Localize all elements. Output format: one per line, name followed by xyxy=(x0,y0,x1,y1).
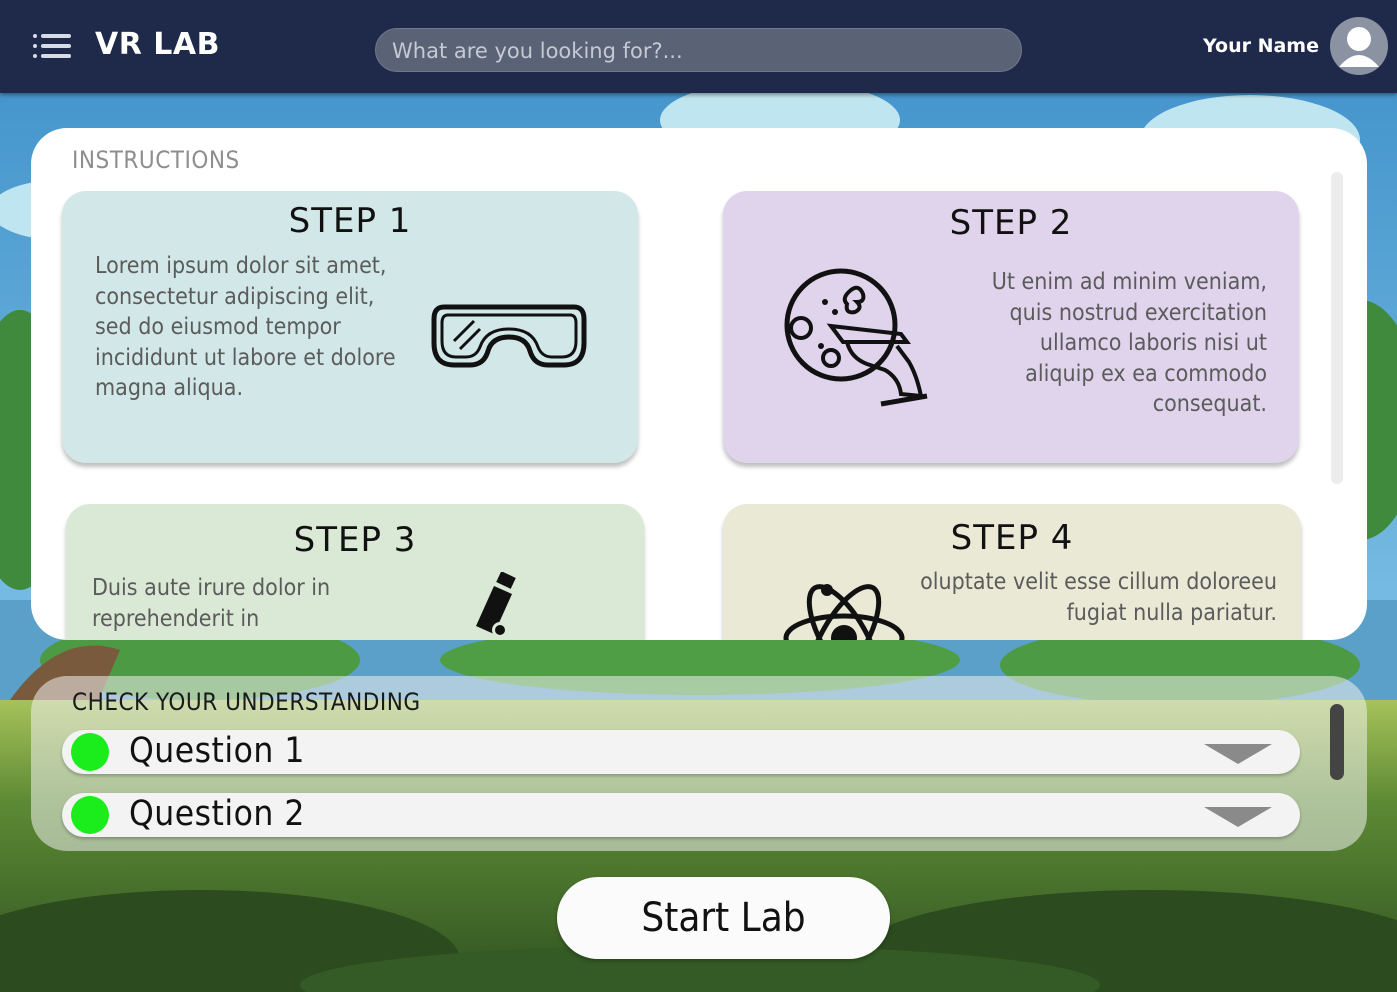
start-lab-button[interactable]: Start Lab xyxy=(557,877,890,959)
status-indicator-icon xyxy=(71,796,109,834)
status-indicator-icon xyxy=(71,733,109,771)
step-title: STEP 3 xyxy=(293,520,417,560)
step-description: Lorem ipsum dolor sit amet, consectetur … xyxy=(95,253,396,401)
safety-goggles-icon xyxy=(431,304,587,368)
step-title: STEP 2 xyxy=(949,203,1073,243)
question-dropdown-2[interactable]: Question 2 xyxy=(62,793,1300,837)
instructions-panel: INSTRUCTIONS STEP 1 Lorem ipsum dolor si… xyxy=(31,128,1367,640)
step-card-2: STEP 2 Ut enim ad minim veniam, quis nos… xyxy=(723,191,1299,463)
instructions-heading: INSTRUCTIONS xyxy=(72,146,240,174)
step-description: Duis aute irure dolor in reprehenderit i… xyxy=(92,575,331,632)
questions-scrollbar[interactable] xyxy=(1330,704,1344,780)
question-dropdown-1[interactable]: Question 1 xyxy=(62,730,1300,774)
hamburger-menu-icon[interactable] xyxy=(33,32,71,60)
microscope-icon xyxy=(476,572,516,638)
check-understanding-heading: CHECK YOUR UNDERSTANDING xyxy=(72,688,421,716)
question-label: Question 1 xyxy=(129,731,305,771)
step-card-1: STEP 1 Lorem ipsum dolor sit amet, conse… xyxy=(62,191,638,463)
step-description: Ut enim ad minim veniam, quis nostrud ex… xyxy=(991,269,1267,417)
chevron-down-icon[interactable] xyxy=(1204,744,1272,764)
top-navigation-bar: VR LAB Your Name xyxy=(0,0,1397,93)
check-understanding-panel: CHECK YOUR UNDERSTANDING Question 1 Ques… xyxy=(31,676,1367,851)
search-input[interactable] xyxy=(390,29,1004,73)
step-description: oluptate velit esse cillum doloreeu fugi… xyxy=(920,569,1277,626)
atom-icon xyxy=(783,584,905,640)
step-card-4: STEP 4 oluptate velit esse cillum dolore… xyxy=(723,504,1301,640)
search-bar[interactable] xyxy=(375,28,1022,73)
chevron-down-icon[interactable] xyxy=(1204,807,1272,827)
user-name[interactable]: Your Name xyxy=(1203,35,1319,57)
step-title: STEP 4 xyxy=(950,518,1074,558)
user-avatar-icon[interactable] xyxy=(1330,17,1388,75)
step-card-3: STEP 3 Duis aute irure dolor in reprehen… xyxy=(66,504,644,640)
app-logo-title: VR LAB xyxy=(95,27,220,62)
question-label: Question 2 xyxy=(129,794,305,834)
step-title: STEP 1 xyxy=(288,201,412,241)
petri-dish-icon xyxy=(784,268,928,407)
instructions-scrollbar[interactable] xyxy=(1331,172,1343,484)
